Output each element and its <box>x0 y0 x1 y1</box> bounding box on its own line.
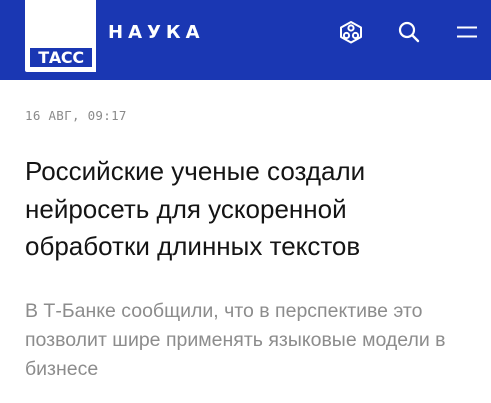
section-title[interactable]: НАУКА <box>108 22 205 44</box>
menu-icon[interactable] <box>452 17 482 47</box>
search-icon[interactable] <box>394 17 424 47</box>
logo-text: ТАСС <box>38 48 84 67</box>
top-header: ТАСС НАУКА <box>0 0 491 80</box>
article-date: 16 АВГ, 09:17 <box>25 108 127 123</box>
logo-badge: ТАСС <box>30 48 92 67</box>
article-lead: В Т-Банке сообщили, что в перспективе эт… <box>25 300 446 380</box>
tass-logo[interactable]: ТАСС <box>25 0 96 72</box>
share-network-icon[interactable] <box>336 17 366 47</box>
article-headline[interactable]: Российские ученые создали нейросеть для … <box>25 153 475 266</box>
